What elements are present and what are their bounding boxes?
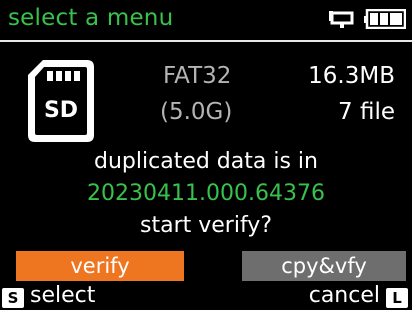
select-hint[interactable]: select bbox=[30, 283, 95, 309]
sd-icon-label: SD bbox=[44, 98, 78, 123]
duplicated-message: duplicated data is in bbox=[94, 149, 318, 174]
page-title: select a menu bbox=[8, 5, 174, 31]
file-count-label: 7 file bbox=[338, 99, 395, 125]
verify-prompt: start verify? bbox=[140, 213, 272, 238]
battery-icon bbox=[364, 9, 406, 29]
used-space-label: (5.0G) bbox=[160, 99, 233, 125]
cancel-hint[interactable]: cancel bbox=[309, 283, 380, 309]
title-bar: select a menu bbox=[0, 0, 412, 42]
copy-verify-button[interactable]: cpy&vfy bbox=[242, 251, 406, 281]
data-size-label: 16.3MB bbox=[308, 63, 395, 89]
sd-card-icon: SD bbox=[28, 60, 94, 142]
folder-name: 20230411.000.64376 bbox=[87, 181, 325, 206]
filesystem-label: FAT32 bbox=[163, 63, 232, 89]
select-key-icon: S bbox=[2, 288, 24, 308]
title-divider bbox=[0, 40, 412, 42]
verify-button[interactable]: verify bbox=[16, 251, 184, 281]
cancel-key-icon: L bbox=[386, 288, 408, 308]
usb-connected-icon bbox=[329, 11, 354, 28]
